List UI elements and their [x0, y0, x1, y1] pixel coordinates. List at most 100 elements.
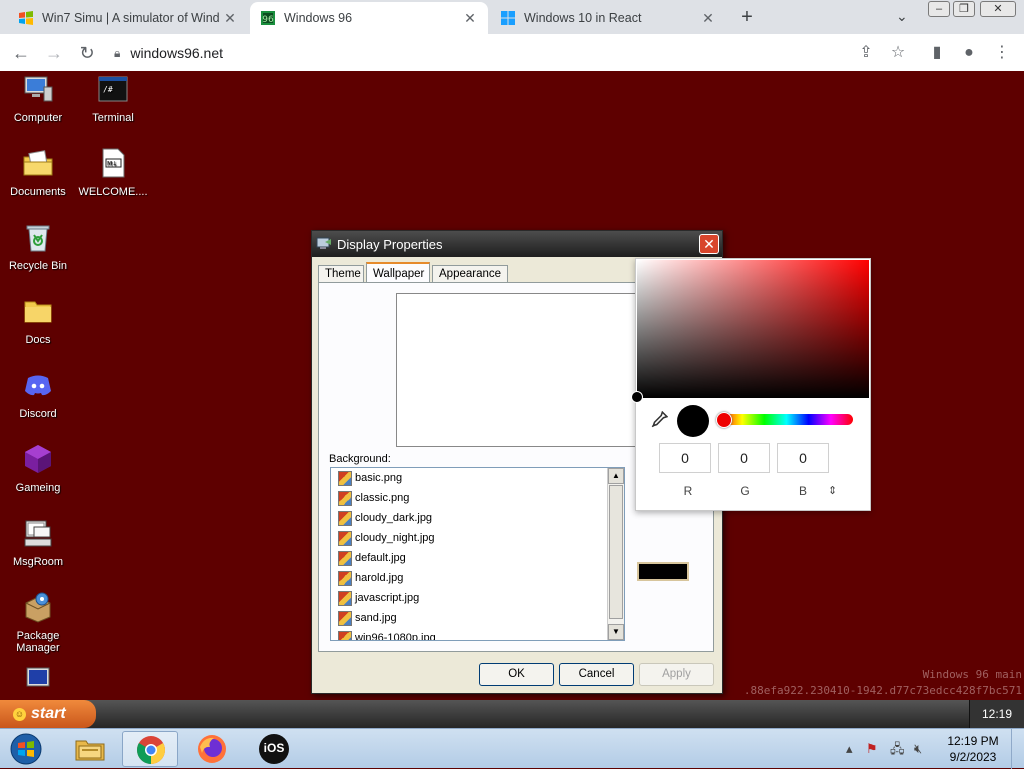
wallpaper-preview [396, 293, 638, 447]
eyedropper-icon[interactable] [650, 411, 668, 429]
image-file-icon [338, 630, 352, 640]
desktop-icon-documents[interactable]: Documents [2, 147, 74, 198]
green-label: G [740, 484, 750, 498]
tab-appearance[interactable]: Appearance [432, 265, 508, 282]
tab-title: Win7 Simu | A simulator of Wind [42, 11, 220, 25]
tab-close-icon[interactable]: ✕ [222, 10, 238, 27]
build-watermark-line1: Windows 96 main [922, 668, 1022, 681]
desktop-icon-computer[interactable]: Computer [2, 73, 74, 124]
blue-value-input[interactable]: 0 [777, 443, 829, 473]
clock-date: 9/2/2023 [949, 750, 997, 764]
file-list-scrollbar[interactable]: ▲ ▼ [607, 468, 624, 640]
list-item[interactable]: basic.png [331, 468, 624, 488]
volume-muted-icon[interactable]: 🔇︎ [914, 729, 922, 769]
start-label: start [31, 705, 66, 722]
red-value-input[interactable]: 0 [659, 443, 711, 473]
image-file-icon [338, 590, 352, 606]
scroll-down-arrow-icon[interactable]: ▼ [608, 624, 624, 640]
restore-window-icon[interactable]: ❐ [953, 1, 975, 17]
action-center-flag-icon[interactable]: ⚑ [866, 729, 878, 769]
green-value-input[interactable]: 0 [718, 443, 770, 473]
background-color-swatch[interactable] [637, 562, 689, 581]
reload-icon[interactable]: ↻ [76, 42, 98, 64]
format-toggle-icon[interactable]: ⇕ [828, 484, 837, 497]
image-file-icon [338, 490, 352, 506]
desktop-icon-docs[interactable]: Docs [2, 295, 74, 346]
windows10-favicon-icon [501, 11, 515, 25]
show-desktop-button[interactable] [1011, 729, 1024, 769]
saturation-value-area[interactable] [637, 260, 869, 398]
desktop-icon-recycle-bin[interactable]: Recycle Bin [2, 221, 74, 272]
desktop-icon-welcome[interactable]: M↓ WELCOME.... [77, 147, 149, 198]
forward-arrow-icon[interactable]: → [43, 42, 65, 64]
list-item[interactable]: cloudy_dark.jpg [331, 508, 624, 528]
tab-windows96[interactable]: 96 Windows 96 ✕ [250, 2, 488, 34]
background-file-list[interactable]: basic.png classic.png cloudy_dark.jpg cl… [330, 467, 625, 641]
bookmark-star-icon[interactable]: ☆ [887, 42, 909, 64]
new-tab-plus-icon[interactable]: + [736, 6, 758, 28]
list-item[interactable]: sand.jpg [331, 608, 624, 628]
cancel-button[interactable]: Cancel [559, 663, 634, 686]
image-file-icon [338, 610, 352, 626]
windows-orb-icon [10, 733, 42, 765]
terminal-icon: /# [98, 76, 128, 102]
dialog-title: Display Properties [337, 236, 443, 252]
file-explorer-icon [75, 740, 105, 761]
apply-button[interactable]: Apply [639, 663, 714, 686]
scroll-up-arrow-icon[interactable]: ▲ [608, 468, 624, 484]
ok-button[interactable]: OK [479, 663, 554, 686]
taskbar-firefox[interactable] [184, 731, 240, 767]
network-icon[interactable]: 🖧︎ [890, 729, 905, 769]
profile-avatar-icon[interactable]: ● [958, 42, 980, 64]
tab-close-icon[interactable]: ✕ [700, 10, 716, 27]
msgroom-icon [24, 520, 52, 547]
desktop-icon-package-manager[interactable]: Package Manager [2, 591, 74, 654]
back-arrow-icon[interactable]: ← [10, 42, 32, 64]
tab-search-chevron-icon[interactable]: ⌄ [896, 8, 908, 25]
build-watermark-line2: .88efa922.230410-1942.d77c73edcc428f7bc5… [743, 684, 1022, 697]
dialog-close-button[interactable]: ✕ [699, 234, 719, 254]
list-item[interactable]: cloudy_night.jpg [331, 528, 624, 548]
tab-close-icon[interactable]: ✕ [462, 10, 478, 27]
desktop-icon-terminal[interactable]: /# Terminal [77, 73, 149, 124]
firefox-icon [198, 735, 226, 763]
tab-wallpaper[interactable]: Wallpaper [366, 262, 430, 283]
share-icon[interactable]: ⇪ [855, 42, 877, 64]
saturation-handle[interactable] [631, 391, 643, 403]
minimize-window-icon[interactable]: – [928, 1, 950, 17]
taskbar-ios[interactable]: iOS [246, 731, 302, 767]
url-field[interactable]: 🔒︎ windows96.net [114, 40, 914, 66]
close-window-icon[interactable]: ✕ [980, 1, 1016, 17]
start-button[interactable]: ☺ start [0, 700, 96, 728]
list-item[interactable]: javascript.jpg [331, 588, 624, 608]
dialog-title-bar[interactable]: Display Properties [312, 231, 722, 257]
tray-overflow-chevron-icon[interactable]: ▴ [846, 729, 853, 769]
list-item[interactable]: harold.jpg [331, 568, 624, 588]
scrollbar-thumb[interactable] [609, 485, 623, 619]
desktop-icon-discord[interactable]: Discord [2, 369, 74, 420]
taskbar-chrome[interactable] [122, 731, 178, 767]
list-item[interactable]: classic.png [331, 488, 624, 508]
desktop-icon-partial[interactable] [2, 665, 74, 700]
windows-start-orb[interactable] [0, 731, 52, 767]
w96-clock[interactable]: 12:19 [969, 700, 1024, 728]
tab-win7-simu[interactable]: Win7 Simu | A simulator of Wind ✕ [8, 2, 248, 34]
desktop-icon-msgroom[interactable]: MsgRoom [2, 517, 74, 568]
game-icon [25, 445, 51, 473]
hue-slider-handle[interactable] [716, 412, 732, 428]
browser-menu-icon[interactable]: ⋮ [991, 42, 1013, 64]
svg-text:/#: /# [103, 85, 113, 94]
list-item[interactable]: default.jpg [331, 548, 624, 568]
folder-icon [24, 301, 52, 323]
desktop-icon-gameing[interactable]: Gameing [2, 443, 74, 494]
hue-slider[interactable] [720, 414, 853, 425]
taskbar-explorer[interactable] [62, 731, 118, 767]
tab-windows10-react[interactable]: Windows 10 in React ✕ [490, 2, 726, 34]
system-clock[interactable]: 12:19 PM 9/2/2023 [940, 733, 1006, 765]
tab-theme[interactable]: Theme [318, 265, 364, 282]
blue-label: B [798, 484, 807, 498]
red-label: R [683, 484, 693, 498]
browser-tab-bar: Win7 Simu | A simulator of Wind ✕ 96 Win… [0, 0, 1024, 34]
side-panel-icon[interactable]: ▮ [926, 42, 948, 64]
list-item[interactable]: win96-1080p.jpg [331, 628, 624, 640]
